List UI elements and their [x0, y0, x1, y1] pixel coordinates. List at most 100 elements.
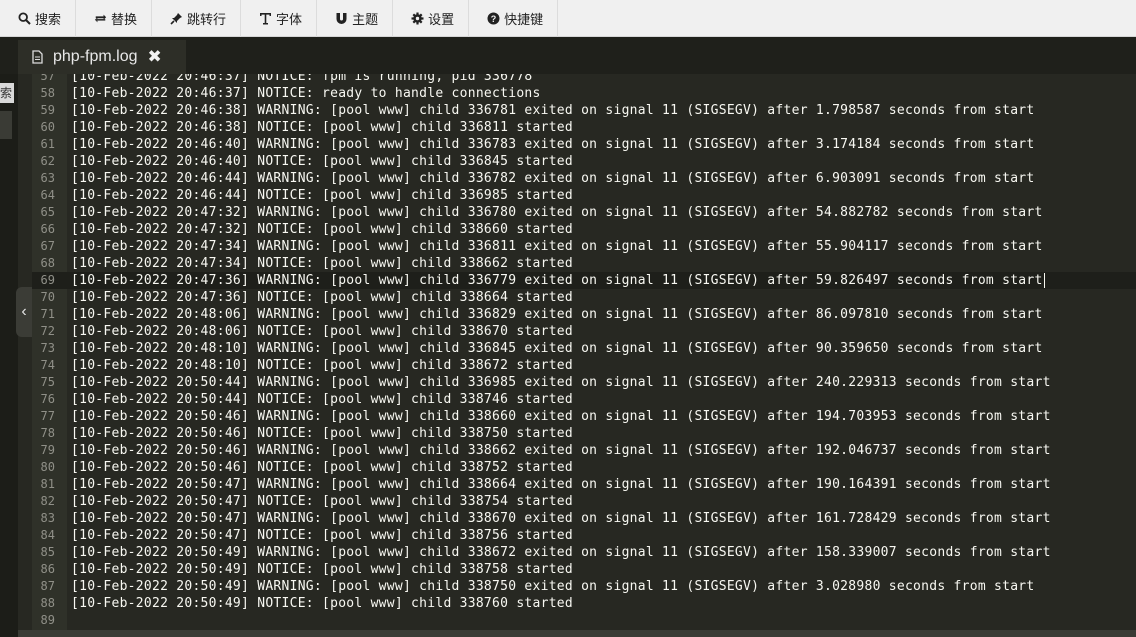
- editor-line[interactable]: 60 [10-Feb-2022 20:46:38] NOTICE: [pool w…: [32, 119, 1136, 136]
- line-text: [10-Feb-2022 20:46:38] WARNING: [pool ww…: [71, 103, 1035, 118]
- editor-line[interactable]: 84 [10-Feb-2022 20:50:47] NOTICE: [pool w…: [32, 527, 1136, 544]
- settings-label: 设置: [428, 11, 455, 27]
- editor-line[interactable]: 80 [10-Feb-2022 20:50:46] NOTICE: [pool w…: [32, 459, 1136, 476]
- line-text: [10-Feb-2022 20:47:36] WARNING: [pool ww…: [71, 273, 1045, 288]
- editor-toolbar: 搜索 替换 跳转行 字体 主题 设置 ? 快捷键: [0, 0, 1136, 37]
- line-number: 59: [40, 103, 55, 117]
- line-number: 58: [40, 86, 55, 100]
- text-icon: [259, 12, 272, 25]
- side-search-label[interactable]: 索: [0, 83, 14, 103]
- search-button[interactable]: 搜索: [0, 0, 77, 37]
- line-number: 82: [40, 494, 55, 508]
- side-panel-strip: [0, 74, 18, 637]
- editor-line[interactable]: 64 [10-Feb-2022 20:46:44] NOTICE: [pool w…: [32, 187, 1136, 204]
- collapse-sidebar-button[interactable]: ‹: [16, 287, 32, 337]
- editor-line[interactable]: 61 [10-Feb-2022 20:46:40] WARNING: [pool …: [32, 136, 1136, 153]
- editor-line[interactable]: 86 [10-Feb-2022 20:50:49] NOTICE: [pool w…: [32, 561, 1136, 578]
- editor-line[interactable]: 75 [10-Feb-2022 20:50:44] WARNING: [pool …: [32, 374, 1136, 391]
- goto-line-label: 跳转行: [187, 11, 227, 27]
- line-number: 81: [40, 477, 55, 491]
- code-editor[interactable]: 57 [10-Feb-2022 20:46:37] NOTICE: fpm is …: [32, 74, 1136, 630]
- line-text: [10-Feb-2022 20:46:44] NOTICE: [pool www…: [71, 188, 573, 203]
- line-number: 79: [40, 443, 55, 457]
- editor-line[interactable]: 81 [10-Feb-2022 20:50:47] WARNING: [pool …: [32, 476, 1136, 493]
- goto-line-button[interactable]: 跳转行: [152, 0, 242, 37]
- line-text: [10-Feb-2022 20:50:49] NOTICE: [pool www…: [71, 596, 573, 611]
- editor-line[interactable]: 89: [32, 612, 1136, 629]
- line-text: [10-Feb-2022 20:50:47] NOTICE: [pool www…: [71, 528, 573, 543]
- line-number: 69: [40, 273, 55, 287]
- editor-line[interactable]: 63 [10-Feb-2022 20:46:44] WARNING: [pool …: [32, 170, 1136, 187]
- line-number: 72: [40, 324, 55, 338]
- line-number: 88: [40, 596, 55, 610]
- editor-line[interactable]: 62 [10-Feb-2022 20:46:40] NOTICE: [pool w…: [32, 153, 1136, 170]
- editor-line[interactable]: 68 [10-Feb-2022 20:47:34] NOTICE: [pool w…: [32, 255, 1136, 272]
- line-text: [10-Feb-2022 20:50:46] WARNING: [pool ww…: [71, 443, 1051, 458]
- line-number: 67: [40, 239, 55, 253]
- line-number: 63: [40, 171, 55, 185]
- close-tab-icon[interactable]: ✖: [148, 47, 162, 67]
- line-text: [10-Feb-2022 20:46:44] WARNING: [pool ww…: [71, 171, 1035, 186]
- chevron-left-icon: ‹: [21, 303, 27, 320]
- line-text: [10-Feb-2022 20:50:49] WARNING: [pool ww…: [71, 579, 1035, 594]
- line-text: [10-Feb-2022 20:50:47] WARNING: [pool ww…: [71, 511, 1051, 526]
- settings-button[interactable]: 设置: [393, 0, 470, 37]
- line-text: [10-Feb-2022 20:46:40] NOTICE: [pool www…: [71, 154, 573, 169]
- editor-line[interactable]: 78 [10-Feb-2022 20:50:46] NOTICE: [pool w…: [32, 425, 1136, 442]
- line-number: 61: [40, 137, 55, 151]
- line-number: 85: [40, 545, 55, 559]
- line-number: 73: [40, 341, 55, 355]
- line-number: 74: [40, 358, 55, 372]
- editor-line[interactable]: 76 [10-Feb-2022 20:50:44] NOTICE: [pool w…: [32, 391, 1136, 408]
- font-button[interactable]: 字体: [241, 0, 318, 37]
- editor-line[interactable]: 83 [10-Feb-2022 20:50:47] WARNING: [pool …: [32, 510, 1136, 527]
- editor-line[interactable]: 82 [10-Feb-2022 20:50:47] NOTICE: [pool w…: [32, 493, 1136, 510]
- editor-line[interactable]: 72 [10-Feb-2022 20:48:06] NOTICE: [pool w…: [32, 323, 1136, 340]
- font-label: 字体: [276, 11, 303, 27]
- line-number: 62: [40, 154, 55, 168]
- gear-icon: [411, 12, 424, 25]
- theme-button[interactable]: 主题: [317, 0, 394, 37]
- line-text: [10-Feb-2022 20:48:10] NOTICE: [pool www…: [71, 358, 573, 373]
- line-number: 83: [40, 511, 55, 525]
- line-text: [10-Feb-2022 20:50:49] WARNING: [pool ww…: [71, 545, 1051, 560]
- line-number: 87: [40, 579, 55, 593]
- line-number: 89: [40, 613, 55, 627]
- tab-php-fpm-log[interactable]: php-fpm.log ✖: [18, 40, 186, 74]
- line-text: [10-Feb-2022 20:50:47] WARNING: [pool ww…: [71, 477, 1051, 492]
- line-text: [10-Feb-2022 20:46:37] NOTICE: ready to …: [71, 86, 541, 101]
- editor-line[interactable]: 59 [10-Feb-2022 20:46:38] WARNING: [pool …: [32, 102, 1136, 119]
- replace-label: 替换: [111, 11, 138, 27]
- horizontal-scrollbar[interactable]: [18, 630, 1136, 637]
- line-text: [10-Feb-2022 20:46:37] NOTICE: fpm is ru…: [71, 74, 533, 84]
- editor-line[interactable]: 57 [10-Feb-2022 20:46:37] NOTICE: fpm is …: [32, 74, 1136, 85]
- pin-icon: [170, 12, 183, 25]
- line-text: [10-Feb-2022 20:50:49] NOTICE: [pool www…: [71, 562, 573, 577]
- editor-line[interactable]: 88 [10-Feb-2022 20:50:49] NOTICE: [pool w…: [32, 595, 1136, 612]
- line-number: 80: [40, 460, 55, 474]
- editor-line[interactable]: 67 [10-Feb-2022 20:47:34] WARNING: [pool …: [32, 238, 1136, 255]
- editor-line[interactable]: 70 [10-Feb-2022 20:47:36] NOTICE: [pool w…: [32, 289, 1136, 306]
- line-text: [10-Feb-2022 20:47:34] WARNING: [pool ww…: [71, 239, 1043, 254]
- text-caret: [1043, 273, 1045, 288]
- line-number: 75: [40, 375, 55, 389]
- line-text: [10-Feb-2022 20:48:10] WARNING: [pool ww…: [71, 341, 1043, 356]
- line-text: [10-Feb-2022 20:50:47] NOTICE: [pool www…: [71, 494, 573, 509]
- editor-line[interactable]: 73 [10-Feb-2022 20:48:10] WARNING: [pool …: [32, 340, 1136, 357]
- editor-line[interactable]: 87 [10-Feb-2022 20:50:49] WARNING: [pool …: [32, 578, 1136, 595]
- editor-line[interactable]: 79 [10-Feb-2022 20:50:46] WARNING: [pool …: [32, 442, 1136, 459]
- replace-button[interactable]: 替换: [76, 0, 153, 37]
- editor-line[interactable]: 77 [10-Feb-2022 20:50:46] WARNING: [pool …: [32, 408, 1136, 425]
- editor-line[interactable]: 58 [10-Feb-2022 20:46:37] NOTICE: ready t…: [32, 85, 1136, 102]
- shortcuts-button[interactable]: ? 快捷键: [469, 0, 559, 37]
- editor-line[interactable]: 74 [10-Feb-2022 20:48:10] NOTICE: [pool w…: [32, 357, 1136, 374]
- editor-line[interactable]: 71 [10-Feb-2022 20:48:06] WARNING: [pool …: [32, 306, 1136, 323]
- editor-line[interactable]: 69 [10-Feb-2022 20:47:36] WARNING: [pool …: [32, 272, 1136, 289]
- line-number: 78: [40, 426, 55, 440]
- editor-line[interactable]: 85 [10-Feb-2022 20:50:49] WARNING: [pool …: [32, 544, 1136, 561]
- svg-text:?: ?: [491, 14, 497, 24]
- editor-line[interactable]: 65 [10-Feb-2022 20:47:32] WARNING: [pool …: [32, 204, 1136, 221]
- swap-icon: [94, 12, 107, 25]
- line-text: [10-Feb-2022 20:47:32] WARNING: [pool ww…: [71, 205, 1043, 220]
- editor-line[interactable]: 66 [10-Feb-2022 20:47:32] NOTICE: [pool w…: [32, 221, 1136, 238]
